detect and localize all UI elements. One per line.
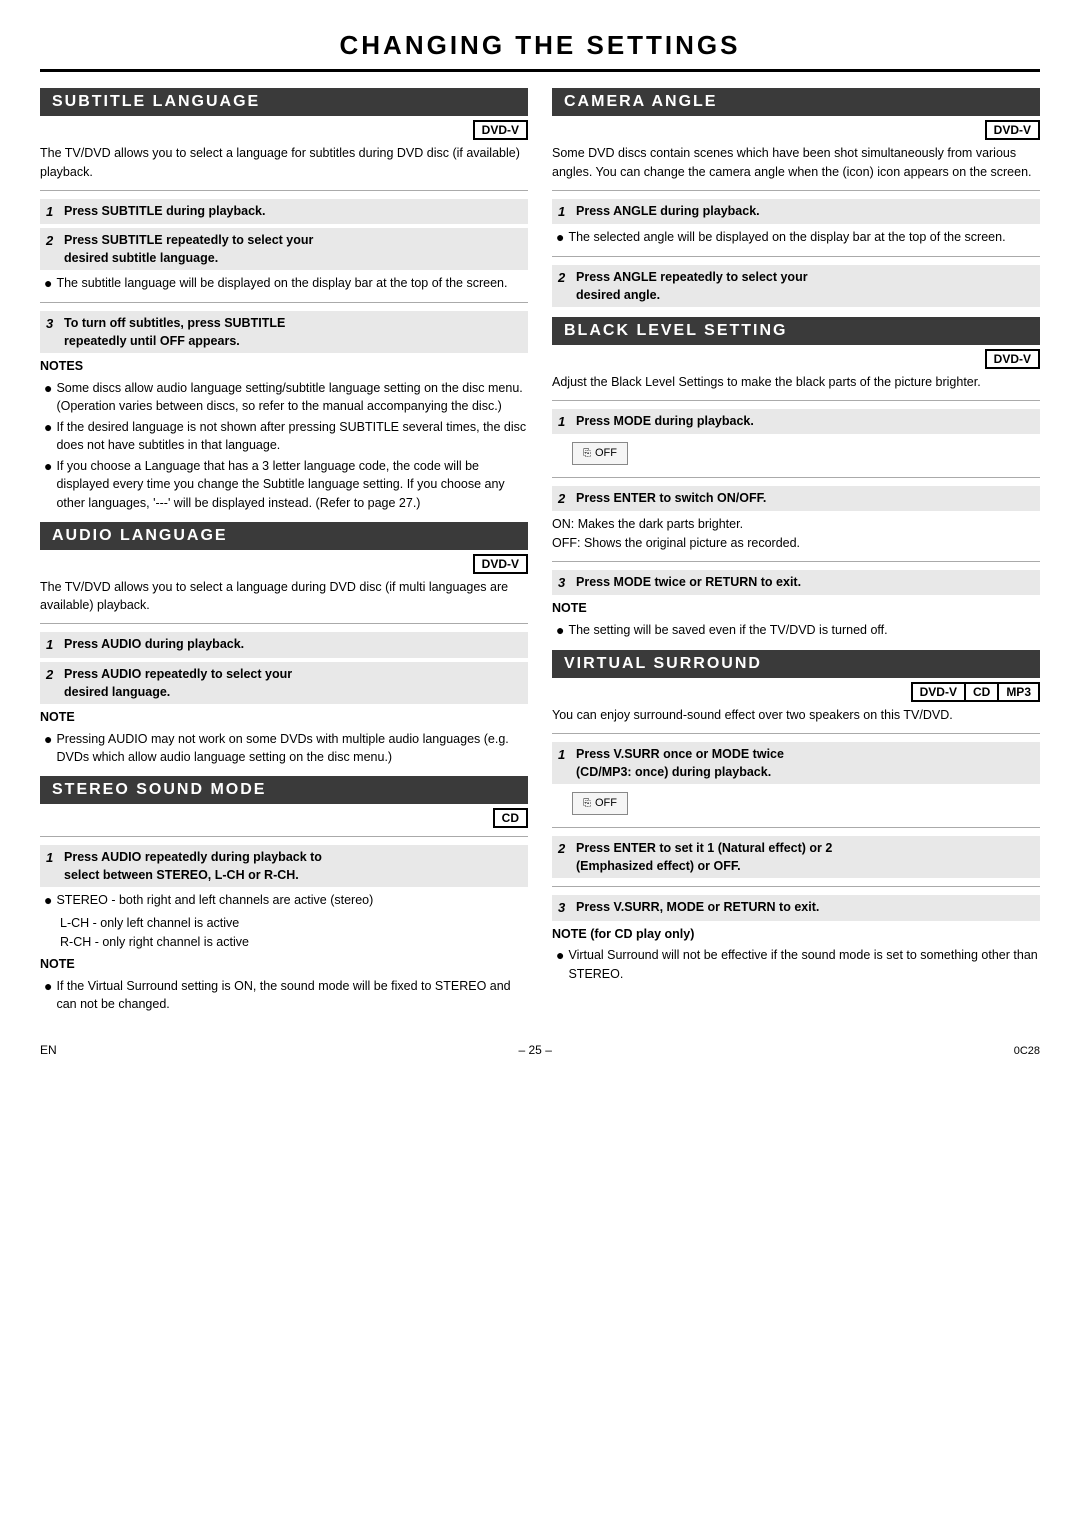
- black-level-on: ON: Makes the dark parts brighter.: [552, 515, 1040, 534]
- virtual-surround-display-text: OFF: [595, 795, 617, 812]
- subtitle-note1: ● Some discs allow audio language settin…: [40, 379, 528, 415]
- black-level-intro: Adjust the Black Level Settings to make …: [552, 373, 1040, 392]
- stereo-channels: L-CH - only left channel is active R-CH …: [40, 914, 528, 952]
- audio-note-label: NOTE: [40, 708, 528, 727]
- camera-angle-badge: DVD-V: [985, 120, 1040, 140]
- virtual-surround-note1: ● Virtual Surround will not be effective…: [552, 946, 1040, 982]
- audio-note1: ● Pressing AUDIO may not work on some DV…: [40, 730, 528, 766]
- footer-page-num: – 25 –: [519, 1043, 552, 1057]
- audio-language-section: AUDIO LANGUAGE DVD-V The TV/DVD allows y…: [40, 522, 528, 766]
- virtual-surround-step1: 1 Press V.SURR once or MODE twice(CD/MP3…: [552, 742, 1040, 784]
- audio-language-header: AUDIO LANGUAGE: [40, 522, 528, 550]
- black-level-note-label: NOTE: [552, 599, 1040, 618]
- subtitle-notes-label: NOTES: [40, 357, 528, 376]
- stereo-note-label: NOTE: [40, 955, 528, 974]
- virtual-surround-badges: DVD-V CD MP3: [552, 682, 1040, 702]
- camera-step1: 1 Press ANGLE during playback.: [552, 199, 1040, 225]
- virtual-surround-step2: 2 Press ENTER to set it 1 (Natural effec…: [552, 836, 1040, 878]
- stereo-note1: ● If the Virtual Surround setting is ON,…: [40, 977, 528, 1013]
- footer-lang: EN: [40, 1043, 57, 1057]
- virtual-surround-badge-mp3: MP3: [997, 682, 1040, 702]
- virtual-surround-badge-dvd: DVD-V: [911, 682, 964, 702]
- subtitle-bullet1: ● The subtitle language will be displaye…: [40, 274, 528, 294]
- subtitle-step3: 3 To turn off subtitles, press SUBTITLEr…: [40, 311, 528, 353]
- stereo-sound-mode-section: STEREO SOUND MODE CD 1 Press AUDIO repea…: [40, 776, 528, 1013]
- camera-intro: Some DVD discs contain scenes which have…: [552, 144, 1040, 182]
- audio-step1: 1 Press AUDIO during playback.: [40, 632, 528, 658]
- footer-code: 0C28: [1014, 1045, 1040, 1057]
- page-footer: EN – 25 – 0C28: [40, 1043, 1040, 1057]
- camera-angle-header: CAMERA ANGLE: [552, 88, 1040, 116]
- subtitle-language-header: SUBTITLE LANGUAGE: [40, 88, 528, 116]
- stereo-step1: 1 Press AUDIO repeatedly during playback…: [40, 845, 528, 887]
- black-level-setting-header: BLACK LEVEL SETTING: [552, 317, 1040, 345]
- subtitle-note3: ● If you choose a Language that has a 3 …: [40, 457, 528, 511]
- black-level-step3: 3 Press MODE twice or RETURN to exit.: [552, 570, 1040, 596]
- subtitle-language-badge: DVD-V: [473, 120, 528, 140]
- audio-step2: 2 Press AUDIO repeatedly to select yourd…: [40, 662, 528, 704]
- audio-intro: The TV/DVD allows you to select a langua…: [40, 578, 528, 616]
- audio-language-badge: DVD-V: [473, 554, 528, 574]
- virtual-surround-intro: You can enjoy surround-sound effect over…: [552, 706, 1040, 725]
- black-level-display: ⎘ OFF: [572, 442, 628, 465]
- virtual-surround-display: ⎘ OFF: [572, 792, 628, 815]
- virtual-surround-note-label: NOTE (for CD play only): [552, 925, 1040, 944]
- virtual-surround-badge-cd: CD: [964, 682, 997, 702]
- subtitle-language-section: SUBTITLE LANGUAGE DVD-V The TV/DVD allow…: [40, 88, 528, 512]
- black-level-step1: 1 Press MODE during playback.: [552, 409, 1040, 435]
- camera-bullet1: ● The selected angle will be displayed o…: [552, 228, 1040, 248]
- page-title: CHANGING THE SETTINGS: [40, 30, 1040, 72]
- black-level-note1: ● The setting will be saved even if the …: [552, 621, 1040, 641]
- virtual-surround-section: VIRTUAL SURROUND DVD-V CD MP3 You can en…: [552, 650, 1040, 982]
- subtitle-step1: 1 Press SUBTITLE during playback.: [40, 199, 528, 225]
- camera-step2: 2 Press ANGLE repeatedly to select yourd…: [552, 265, 1040, 307]
- display-icon: ⎘: [583, 446, 591, 461]
- subtitle-intro: The TV/DVD allows you to select a langua…: [40, 144, 528, 182]
- camera-angle-section: CAMERA ANGLE DVD-V Some DVD discs contai…: [552, 88, 1040, 307]
- subtitle-note2: ● If the desired language is not shown a…: [40, 418, 528, 454]
- black-level-setting-section: BLACK LEVEL SETTING DVD-V Adjust the Bla…: [552, 317, 1040, 641]
- black-level-off: OFF: Shows the original picture as recor…: [552, 534, 1040, 553]
- black-level-display-text: OFF: [595, 445, 617, 462]
- stereo-sound-mode-badge: CD: [493, 808, 528, 828]
- black-level-badge: DVD-V: [985, 349, 1040, 369]
- virtual-surround-header: VIRTUAL SURROUND: [552, 650, 1040, 678]
- subtitle-step2: 2 Press SUBTITLE repeatedly to select yo…: [40, 228, 528, 270]
- black-level-step2: 2 Press ENTER to switch ON/OFF.: [552, 486, 1040, 512]
- virtual-surround-step3: 3 Press V.SURR, MODE or RETURN to exit.: [552, 895, 1040, 921]
- vsurr-display-icon: ⎘: [583, 796, 591, 811]
- stereo-bullet1: ● STEREO - both right and left channels …: [40, 891, 528, 911]
- stereo-sound-mode-header: STEREO SOUND MODE: [40, 776, 528, 804]
